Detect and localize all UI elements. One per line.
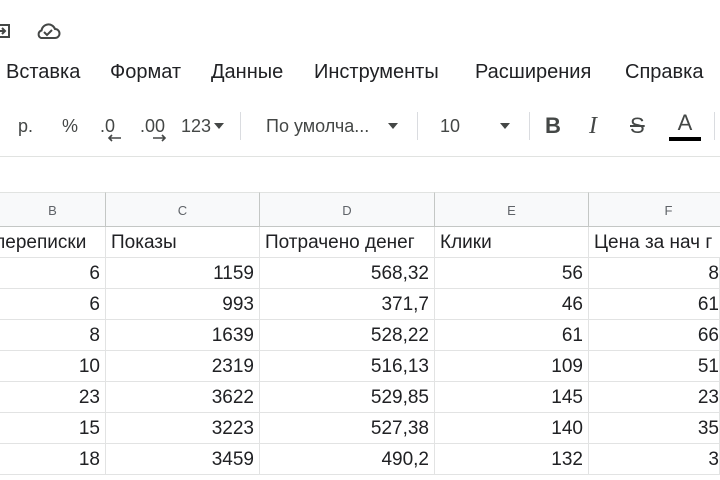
table-cell[interactable]: 35 — [589, 413, 720, 444]
cell-header-c[interactable]: Показы — [106, 227, 260, 258]
menu-format[interactable]: Формат — [110, 58, 181, 86]
table-cell[interactable]: 528,22 — [260, 320, 435, 351]
table-cell[interactable]: 56 — [435, 258, 589, 289]
table-cell[interactable]: 15 — [0, 413, 106, 444]
menu-extensions[interactable]: Расширения — [475, 58, 591, 86]
menu-tools[interactable]: Инструменты — [314, 58, 439, 86]
increase-decimals-button[interactable]: .00 — [140, 98, 167, 154]
table-cell[interactable]: 529,85 — [260, 382, 435, 413]
cloud-saved-icon[interactable] — [34, 18, 62, 44]
table-cell[interactable]: 23 — [0, 382, 106, 413]
cell-header-e[interactable]: Клики — [435, 227, 589, 258]
table-cell[interactable]: 3 — [589, 444, 720, 475]
toolbar: р. % .0 .00 123 По умолча... 10 B I S A — [0, 98, 720, 154]
table-cell[interactable]: 568,32 — [260, 258, 435, 289]
font-size-dropdown[interactable]: 10 — [440, 98, 510, 154]
chevron-down-icon — [214, 123, 225, 129]
menu-data[interactable]: Данные — [211, 58, 283, 86]
table-cell[interactable]: 23 — [589, 382, 720, 413]
font-family-label: По умолча... — [266, 115, 370, 136]
toolbar-divider — [714, 112, 715, 140]
table-cell[interactable]: 1639 — [106, 320, 260, 351]
table-cell[interactable]: 18 — [0, 444, 106, 475]
decrease-decimals-button[interactable]: .0 — [100, 98, 121, 154]
table-cell[interactable]: 371,7 — [260, 289, 435, 320]
column-header-e[interactable]: E — [435, 192, 589, 227]
toolbar-divider — [417, 112, 418, 140]
table-cell[interactable]: 61 — [589, 289, 720, 320]
table-cell[interactable]: 109 — [435, 351, 589, 382]
decrease-decimals-icon: .0 — [100, 116, 121, 142]
currency-format-button[interactable]: р. — [18, 98, 33, 154]
text-color-swatch — [669, 136, 701, 141]
table-cell[interactable]: 46 — [435, 289, 589, 320]
table-cell[interactable]: 3622 — [106, 382, 260, 413]
percent-label: % — [62, 115, 79, 136]
table-cell[interactable]: 993 — [106, 289, 260, 320]
bold-icon: B — [545, 113, 561, 138]
text-color-icon: A — [677, 109, 693, 135]
cell-header-f[interactable]: Цена за нач г — [589, 227, 720, 258]
table-cell[interactable]: 8 — [589, 258, 720, 289]
strikethrough-icon: S — [630, 113, 645, 138]
table-cell[interactable]: 3459 — [106, 444, 260, 475]
column-header-c[interactable]: C — [106, 192, 260, 227]
strikethrough-button[interactable]: S — [630, 98, 645, 154]
move-to-folder-icon[interactable] — [0, 18, 14, 44]
table-cell[interactable]: 6 — [0, 258, 106, 289]
table-cell[interactable]: 490,2 — [260, 444, 435, 475]
increase-decimals-icon: .00 — [140, 116, 167, 142]
cell-header-b[interactable]: переписки — [0, 227, 106, 258]
table-cell[interactable]: 8 — [0, 320, 106, 351]
italic-button[interactable]: I — [589, 98, 597, 154]
spreadsheet-grid: B C D E F переписки Показы Потрачено ден… — [0, 192, 720, 480]
bold-button[interactable]: B — [545, 98, 561, 154]
table-cell[interactable]: 145 — [435, 382, 589, 413]
table-cell[interactable]: 61 — [435, 320, 589, 351]
table-cell[interactable]: 516,13 — [260, 351, 435, 382]
table-cell[interactable]: 10 — [0, 351, 106, 382]
percent-format-button[interactable]: % — [62, 98, 78, 154]
font-size-label: 10 — [440, 115, 461, 136]
table-cell[interactable]: 3223 — [106, 413, 260, 444]
table-cell[interactable]: 51 — [589, 351, 720, 382]
column-header-b[interactable]: B — [0, 192, 106, 227]
column-header-d[interactable]: D — [260, 192, 435, 227]
table-cell[interactable]: 132 — [435, 444, 589, 475]
table-cell[interactable]: 6 — [0, 289, 106, 320]
toolbar-divider — [240, 112, 241, 140]
table-cell[interactable]: 527,38 — [260, 413, 435, 444]
formula-bar[interactable] — [0, 156, 720, 193]
italic-icon: I — [589, 112, 597, 139]
number-format-label: 123 — [181, 115, 212, 136]
menu-bar: Вставка Формат Данные Инструменты Расшир… — [0, 58, 720, 86]
column-header-f[interactable]: F — [589, 192, 720, 227]
menu-help[interactable]: Справка — [625, 58, 703, 86]
title-icons — [0, 18, 720, 44]
text-color-button[interactable]: A — [669, 98, 701, 154]
table-cell[interactable]: 140 — [435, 413, 589, 444]
chevron-down-icon — [500, 123, 510, 129]
table-cell[interactable]: 66 — [589, 320, 720, 351]
font-family-dropdown[interactable]: По умолча... — [266, 98, 398, 154]
toolbar-divider — [529, 112, 530, 140]
cell-header-d[interactable]: Потрачено денег — [260, 227, 435, 258]
table-cell[interactable]: 1159 — [106, 258, 260, 289]
menu-insert[interactable]: Вставка — [6, 58, 80, 86]
number-format-dropdown[interactable]: 123 — [181, 98, 225, 154]
table-cell[interactable]: 2319 — [106, 351, 260, 382]
currency-label: р. — [18, 115, 34, 136]
chevron-down-icon — [388, 123, 398, 129]
